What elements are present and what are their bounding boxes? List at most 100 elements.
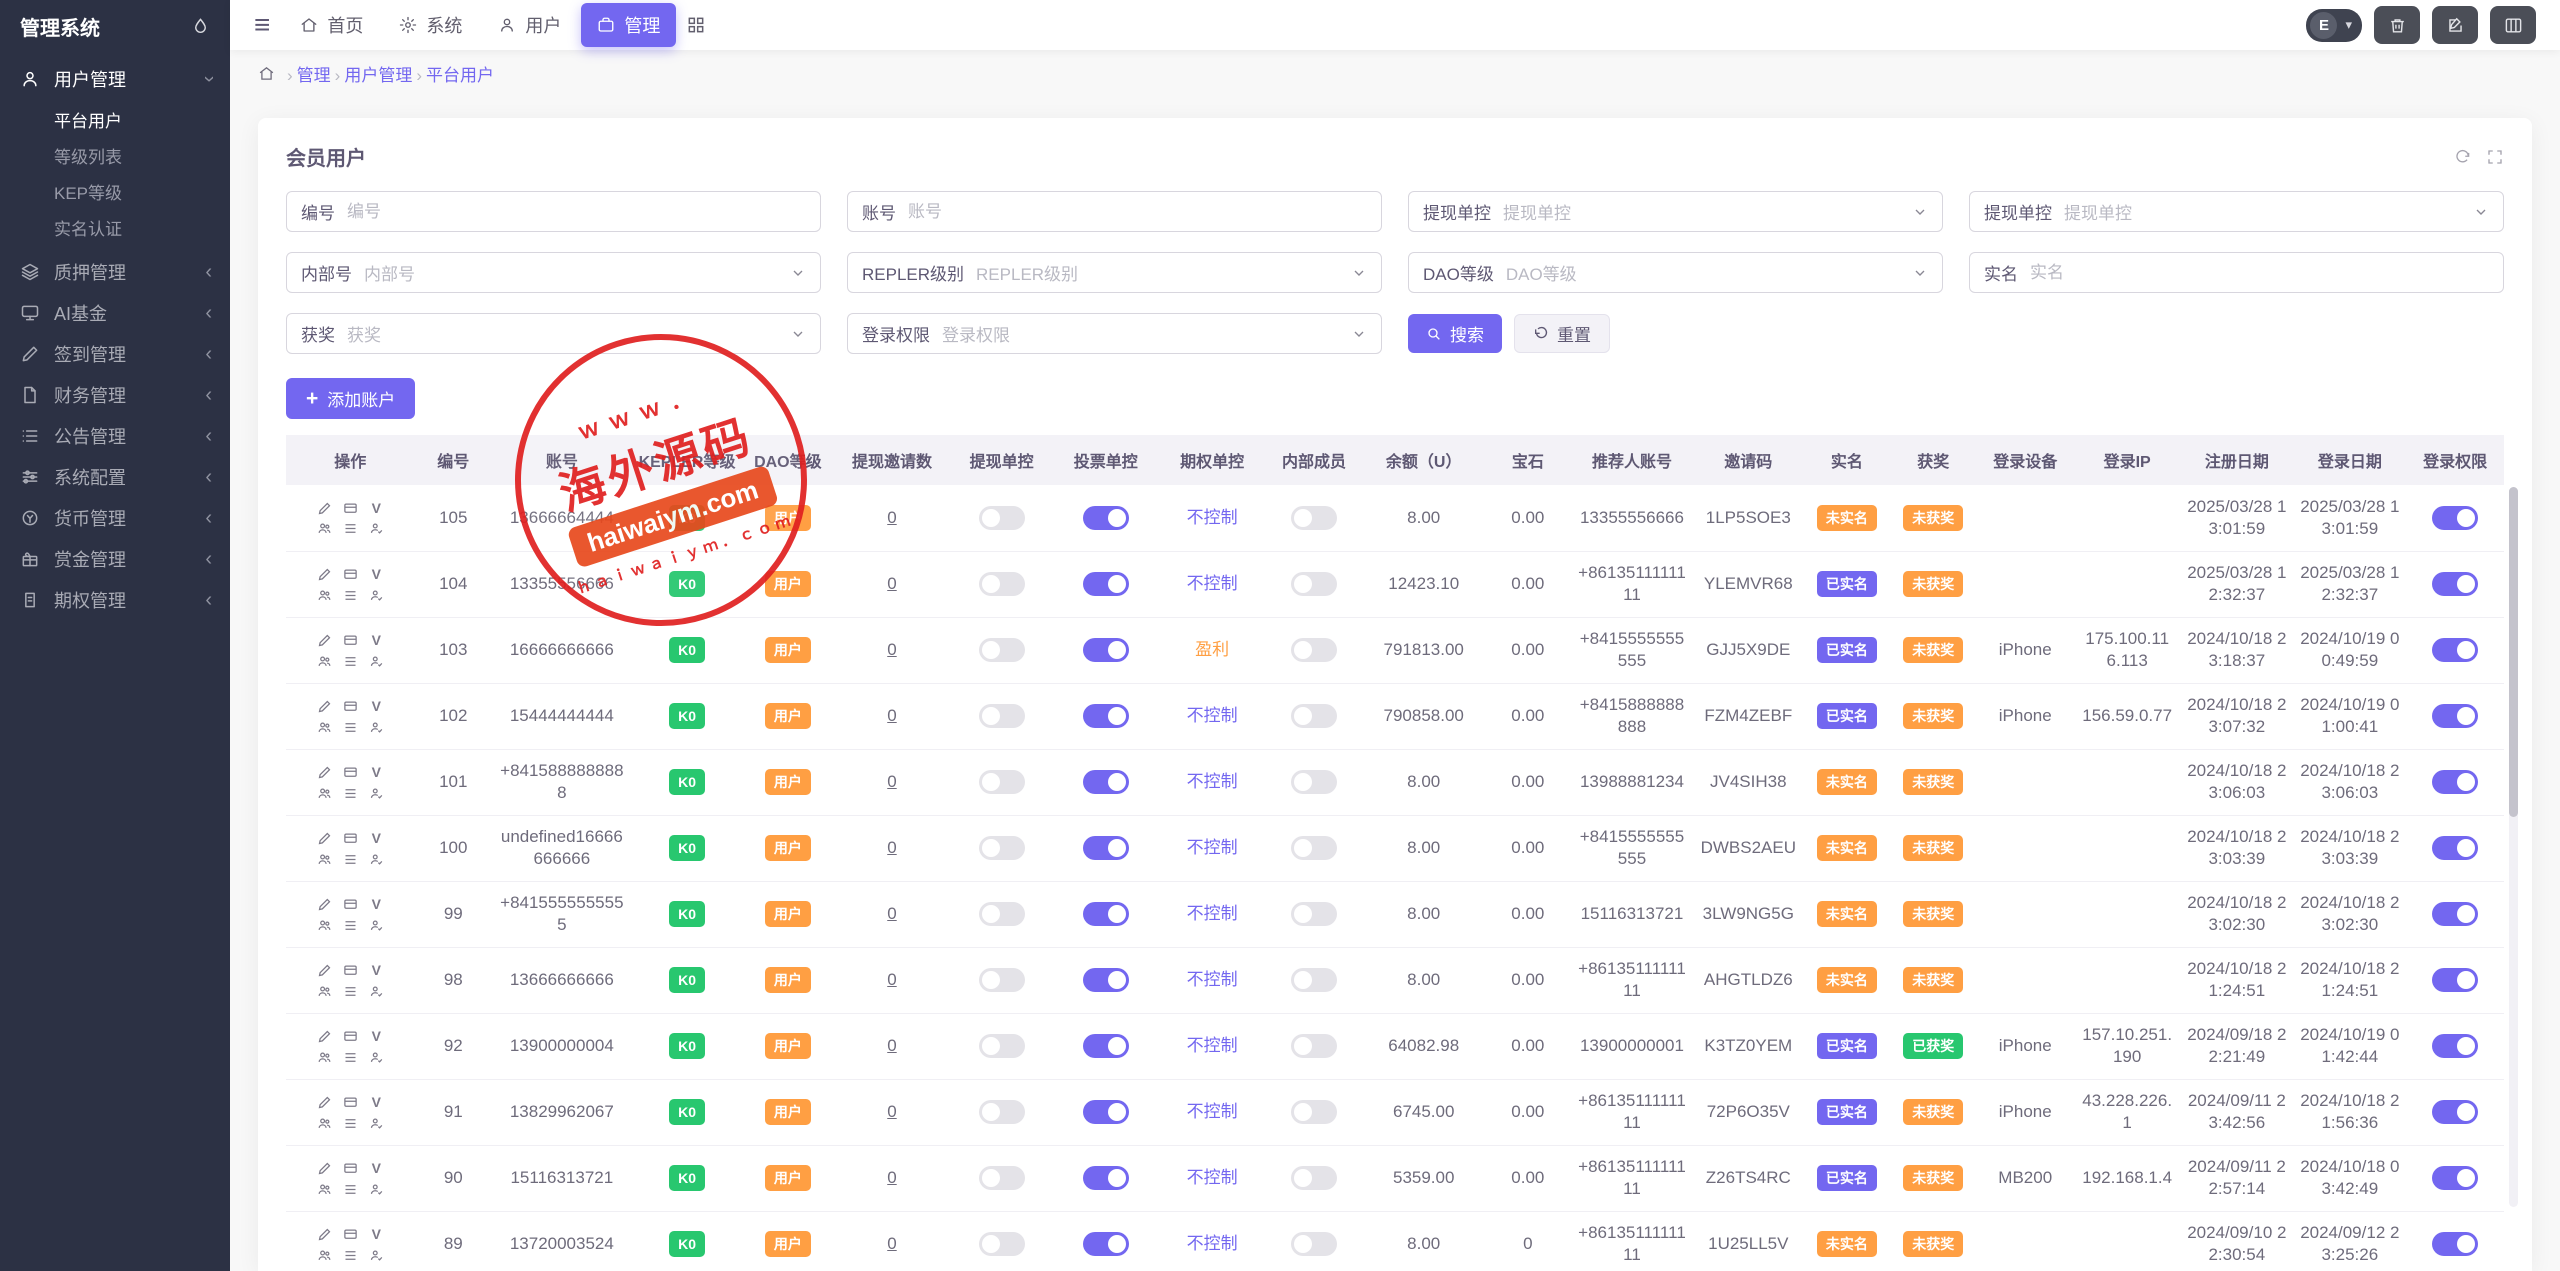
user-check-icon[interactable] <box>363 918 389 933</box>
sidebar-subitem-4[interactable]: 实名认证 <box>0 209 230 245</box>
login-permission-toggle[interactable] <box>2432 902 2478 926</box>
user-check-icon[interactable] <box>363 720 389 735</box>
users-icon[interactable] <box>311 918 337 933</box>
v-icon[interactable]: V <box>363 829 389 847</box>
users-icon[interactable] <box>311 521 337 536</box>
list-icon[interactable] <box>337 918 363 933</box>
wallet-icon[interactable] <box>337 763 363 781</box>
v-icon[interactable]: V <box>363 1225 389 1243</box>
withdraw-control-toggle[interactable] <box>979 968 1025 992</box>
users-icon[interactable] <box>311 588 337 603</box>
v-icon[interactable]: V <box>363 565 389 583</box>
vote-control-toggle[interactable] <box>1083 1166 1129 1190</box>
user-check-icon[interactable] <box>363 1116 389 1131</box>
user-check-icon[interactable] <box>363 1182 389 1197</box>
filter-dao-level[interactable]: DAO等级 DAO等级 <box>1408 252 1943 293</box>
internal-member-toggle[interactable] <box>1291 704 1337 728</box>
account-input[interactable] <box>908 202 1367 222</box>
trash-button[interactable] <box>2374 6 2420 44</box>
sidebar-item-9[interactable]: 赏金管理‹ <box>0 538 230 579</box>
login-permission-toggle[interactable] <box>2432 1166 2478 1190</box>
v-icon[interactable]: V <box>363 1093 389 1111</box>
v-icon[interactable]: V <box>363 1027 389 1045</box>
user-check-icon[interactable] <box>363 984 389 999</box>
invite-count-link[interactable]: 0 <box>887 970 896 989</box>
users-icon[interactable] <box>311 720 337 735</box>
invite-count-link[interactable]: 0 <box>887 1102 896 1121</box>
users-icon[interactable] <box>311 1116 337 1131</box>
user-check-icon[interactable] <box>363 654 389 669</box>
nav-tab-2[interactable]: 系统 <box>383 3 478 47</box>
login-permission-toggle[interactable] <box>2432 638 2478 662</box>
filter-login-permission[interactable]: 登录权限 登录权限 <box>847 313 1382 354</box>
internal-member-toggle[interactable] <box>1291 638 1337 662</box>
scrollbar-thumb[interactable] <box>2509 487 2518 817</box>
users-icon[interactable] <box>311 1248 337 1263</box>
list-icon[interactable] <box>337 852 363 867</box>
internal-member-toggle[interactable] <box>1291 770 1337 794</box>
vote-control-toggle[interactable] <box>1083 836 1129 860</box>
internal-member-toggle[interactable] <box>1291 572 1337 596</box>
wallet-icon[interactable] <box>337 1027 363 1045</box>
vote-control-toggle[interactable] <box>1083 506 1129 530</box>
v-icon[interactable]: V <box>363 697 389 715</box>
edit-icon[interactable] <box>311 1225 337 1243</box>
internal-member-toggle[interactable] <box>1291 1232 1337 1256</box>
vote-control-toggle[interactable] <box>1083 1100 1129 1124</box>
breadcrumb-item[interactable]: 管理 <box>297 66 331 85</box>
wallet-icon[interactable] <box>337 631 363 649</box>
expand-icon[interactable] <box>2486 148 2504 166</box>
vote-control-toggle[interactable] <box>1083 704 1129 728</box>
vote-control-toggle[interactable] <box>1083 638 1129 662</box>
reset-button[interactable]: 重置 <box>1514 314 1610 353</box>
sidebar-subitem-2[interactable]: 等级列表 <box>0 137 230 173</box>
users-icon[interactable] <box>311 1182 337 1197</box>
refresh-icon[interactable] <box>2454 148 2472 166</box>
internal-member-toggle[interactable] <box>1291 1166 1337 1190</box>
login-permission-toggle[interactable] <box>2432 1100 2478 1124</box>
columns-button[interactable] <box>2490 6 2536 44</box>
filter-withdraw-control-1[interactable]: 提现单控 提现单控 <box>1408 191 1943 232</box>
invite-count-link[interactable]: 0 <box>887 1036 896 1055</box>
hamburger-icon[interactable]: ≡ <box>254 11 270 39</box>
sidebar-item-3[interactable]: AI基金‹ <box>0 292 230 333</box>
list-icon[interactable] <box>337 1248 363 1263</box>
breadcrumb-item[interactable]: 平台用户 <box>426 66 494 85</box>
wallet-icon[interactable] <box>337 697 363 715</box>
edit-icon[interactable] <box>311 763 337 781</box>
withdraw-control-toggle[interactable] <box>979 1166 1025 1190</box>
users-icon[interactable] <box>311 654 337 669</box>
user-check-icon[interactable] <box>363 588 389 603</box>
list-icon[interactable] <box>337 1116 363 1131</box>
nav-tab-4[interactable]: 管理 <box>581 3 676 47</box>
edit-icon[interactable] <box>311 697 337 715</box>
users-icon[interactable] <box>311 1050 337 1065</box>
list-icon[interactable] <box>337 588 363 603</box>
edit-button[interactable] <box>2432 6 2478 44</box>
invite-count-link[interactable]: 0 <box>887 904 896 923</box>
option-control-link[interactable]: 不控制 <box>1187 574 1238 593</box>
internal-member-toggle[interactable] <box>1291 506 1337 530</box>
option-control-link[interactable]: 不控制 <box>1187 1234 1238 1253</box>
users-icon[interactable] <box>311 786 337 801</box>
user-check-icon[interactable] <box>363 786 389 801</box>
option-control-link[interactable]: 不控制 <box>1187 1036 1238 1055</box>
login-permission-toggle[interactable] <box>2432 836 2478 860</box>
list-icon[interactable] <box>337 521 363 536</box>
login-permission-toggle[interactable] <box>2432 704 2478 728</box>
filter-internal-number[interactable]: 内部号 内部号 <box>286 252 821 293</box>
breadcrumb-item[interactable]: 用户管理 <box>344 66 412 85</box>
invite-count-link[interactable]: 0 <box>887 838 896 857</box>
vote-control-toggle[interactable] <box>1083 770 1129 794</box>
v-icon[interactable]: V <box>363 895 389 913</box>
internal-member-toggle[interactable] <box>1291 968 1337 992</box>
option-control-link[interactable]: 不控制 <box>1187 838 1238 857</box>
list-icon[interactable] <box>337 1182 363 1197</box>
droplet-icon[interactable] <box>191 17 210 36</box>
user-check-icon[interactable] <box>363 1248 389 1263</box>
list-icon[interactable] <box>337 654 363 669</box>
list-icon[interactable] <box>337 720 363 735</box>
invite-count-link[interactable]: 0 <box>887 772 896 791</box>
option-control-link[interactable]: 不控制 <box>1187 1102 1238 1121</box>
login-permission-toggle[interactable] <box>2432 572 2478 596</box>
